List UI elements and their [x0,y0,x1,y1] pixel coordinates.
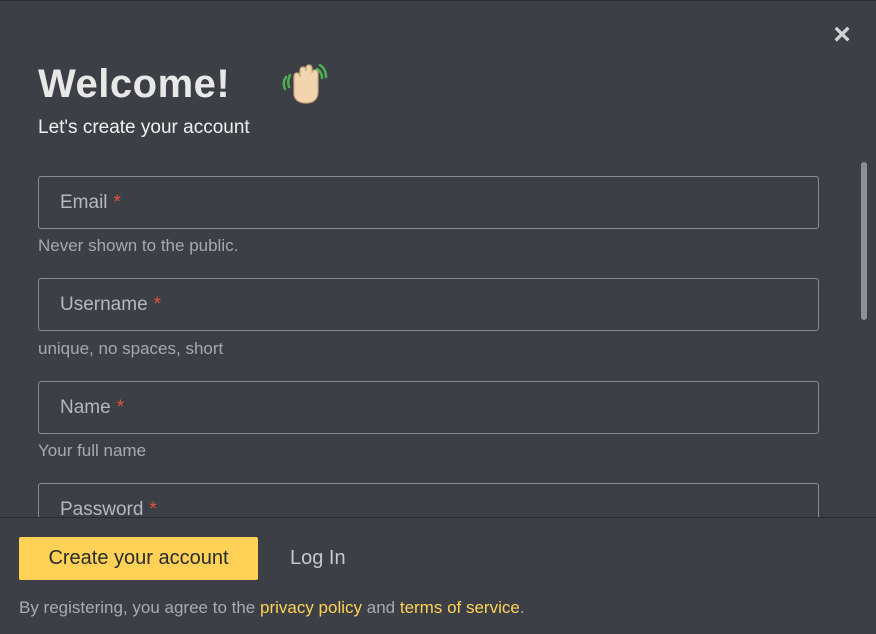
page-title: Welcome! [38,61,231,106]
create-account-button[interactable]: Create your account [19,537,258,580]
modal-header: Welcome! Let's create your account [38,59,330,139]
signup-modal: Welcome! Let's create your account Email… [0,0,876,634]
required-marker: * [153,293,162,315]
legal-and: and [362,598,400,617]
scrollbar-thumb[interactable] [861,162,867,320]
email-hint: Never shown to the public. [38,236,239,255]
legal-notice: By registering, you agree to the privacy… [19,598,525,618]
modal-footer: Create your account Log In By registerin… [0,517,876,634]
waving-hand-icon [282,63,328,104]
required-marker: * [116,396,125,418]
email-placeholder: Email [60,191,108,213]
close-icon[interactable]: × [830,20,854,50]
email-field[interactable]: Email * [38,176,819,229]
password-field[interactable]: Password * [38,483,819,517]
password-placeholder: Password [60,498,144,518]
username-field[interactable]: Username * [38,278,819,331]
username-hint: unique, no spaces, short [38,339,224,358]
required-marker: * [149,498,157,518]
required-marker: * [113,191,121,213]
privacy-policy-link[interactable]: privacy policy [260,598,362,617]
legal-prefix: By registering, you agree to the [19,598,260,617]
page-subtitle: Let's create your account [38,117,250,138]
name-hint: Your full name [38,441,147,460]
title-row: Welcome! [38,59,330,109]
name-placeholder: Name [60,396,111,418]
login-button[interactable]: Log In [290,537,346,580]
terms-of-service-link[interactable]: terms of service [400,598,520,617]
name-field[interactable]: Name * [38,381,819,434]
form-scroll-area[interactable]: Welcome! Let's create your account Email… [0,1,876,517]
legal-suffix: . [519,598,525,617]
username-placeholder: Username [60,293,148,315]
